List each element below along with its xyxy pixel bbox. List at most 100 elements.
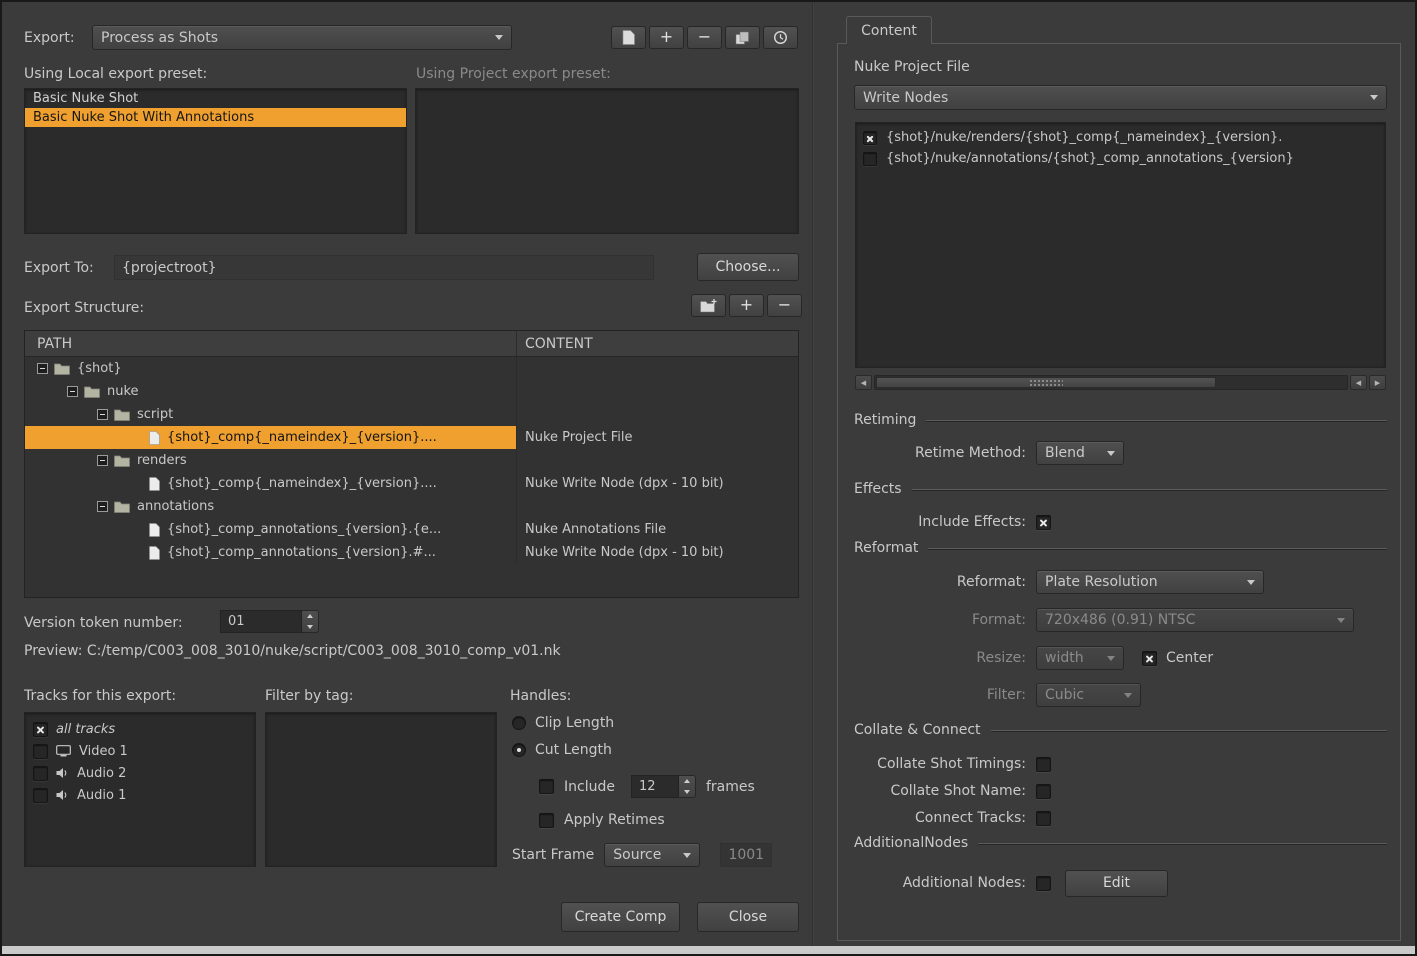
tree-row[interactable]: nuke bbox=[25, 380, 798, 403]
format-dropdown[interactable]: 720x486 (0.91) NTSC bbox=[1036, 608, 1354, 632]
collate-shot-name-checkbox[interactable] bbox=[1036, 784, 1051, 799]
retime-method-dropdown[interactable]: Blend bbox=[1036, 441, 1124, 465]
write-node-item[interactable]: {shot}/nuke/annotations/{shot}_comp_anno… bbox=[856, 148, 1385, 169]
scroll-left-icon[interactable] bbox=[855, 375, 872, 390]
track-label: all tracks bbox=[56, 722, 115, 737]
collapse-icon[interactable] bbox=[67, 386, 78, 397]
collapse-icon[interactable] bbox=[97, 409, 108, 420]
additional-nodes-checkbox[interactable] bbox=[1036, 876, 1051, 891]
column-header-path[interactable]: PATH bbox=[25, 331, 517, 356]
local-preset-label: Using Local export preset: bbox=[24, 66, 207, 82]
spin-up-icon[interactable] bbox=[679, 776, 695, 787]
column-header-content[interactable]: CONTENT bbox=[517, 336, 798, 352]
tree-row[interactable]: renders bbox=[25, 449, 798, 472]
audio-track-icon bbox=[56, 789, 69, 801]
scrollbar-thumb[interactable] bbox=[876, 377, 1216, 388]
start-frame-dropdown[interactable]: Source bbox=[604, 843, 700, 867]
tree-row[interactable]: {shot}_comp_annotations_{version}.{e... … bbox=[25, 518, 798, 541]
tree-row[interactable]: {shot}_comp{_nameindex}_{version}.... Nu… bbox=[25, 426, 798, 449]
remove-preset-button[interactable] bbox=[687, 26, 722, 49]
section-retiming: Retiming bbox=[854, 412, 1387, 428]
collate-shot-timings-checkbox[interactable] bbox=[1036, 757, 1051, 772]
track-checkbox[interactable] bbox=[33, 788, 48, 803]
write-nodes-hscrollbar bbox=[855, 375, 1386, 390]
tab-content[interactable]: Content bbox=[846, 16, 932, 44]
version-token-spinner[interactable]: 01 bbox=[220, 610, 319, 633]
track-checkbox[interactable] bbox=[33, 766, 48, 781]
preset-item-label: Basic Nuke Shot bbox=[33, 91, 138, 106]
include-frames-spinner[interactable]: 12 bbox=[631, 775, 696, 798]
resize-dropdown[interactable]: width bbox=[1036, 646, 1124, 670]
tree-content-label: Nuke Write Node (dpx - 10 bit) bbox=[517, 476, 798, 491]
list-item[interactable]: Basic Nuke Shot bbox=[25, 89, 406, 108]
collapse-icon[interactable] bbox=[97, 501, 108, 512]
clip-length-option[interactable]: Clip Length bbox=[512, 715, 614, 731]
include-effects-label: Include Effects: bbox=[854, 514, 1026, 530]
video-track-icon bbox=[56, 745, 71, 757]
apply-retimes-row[interactable]: Apply Retimes bbox=[539, 812, 665, 828]
revert-presets-button[interactable] bbox=[763, 26, 798, 49]
choose-button[interactable]: Choose... bbox=[697, 253, 799, 281]
add-preset-button[interactable] bbox=[649, 26, 684, 49]
write-node-item[interactable]: {shot}/nuke/renders/{shot}_comp{_nameind… bbox=[856, 127, 1385, 148]
version-token-value[interactable]: 01 bbox=[220, 610, 302, 633]
include-frames-row: Include 12 frames bbox=[539, 775, 755, 798]
remove-structure-item-button[interactable] bbox=[767, 294, 802, 317]
filter-dropdown[interactable]: Cubic bbox=[1036, 683, 1141, 707]
tree-content-label: Nuke Annotations File bbox=[517, 522, 798, 537]
write-nodes-dropdown[interactable]: Write Nodes bbox=[854, 85, 1387, 110]
export-structure-tree: PATH CONTENT {shot} nuke script bbox=[24, 330, 799, 598]
include-effects-row: Include Effects: bbox=[854, 509, 1051, 535]
spin-down-icon[interactable] bbox=[302, 622, 318, 633]
export-to-field[interactable]: {projectroot} bbox=[114, 255, 654, 280]
write-node-checkbox[interactable] bbox=[863, 152, 877, 166]
project-preset-list[interactable] bbox=[415, 88, 799, 234]
add-folder-button[interactable] bbox=[691, 294, 726, 317]
version-token-label: Version token number: bbox=[24, 615, 183, 631]
copy-preset-to-project-button[interactable] bbox=[725, 26, 760, 49]
create-comp-button[interactable]: Create Comp bbox=[561, 902, 680, 932]
spin-down-icon[interactable] bbox=[679, 787, 695, 798]
tree-row[interactable]: annotations bbox=[25, 495, 798, 518]
edit-button[interactable]: Edit bbox=[1065, 870, 1168, 897]
reformat-row: Reformat: Plate Resolution bbox=[854, 569, 1264, 595]
close-button[interactable]: Close bbox=[697, 902, 799, 932]
tree-row[interactable]: {shot} bbox=[25, 357, 798, 380]
clip-length-radio[interactable] bbox=[512, 716, 526, 730]
spin-up-icon[interactable] bbox=[302, 611, 318, 622]
track-checkbox[interactable] bbox=[33, 744, 48, 759]
include-frames-value[interactable]: 12 bbox=[631, 775, 679, 798]
track-item[interactable]: all tracks bbox=[25, 718, 255, 740]
track-item[interactable]: Audio 1 bbox=[25, 784, 255, 806]
new-preset-button[interactable] bbox=[611, 26, 646, 49]
reformat-dropdown[interactable]: Plate Resolution bbox=[1036, 570, 1264, 594]
track-checkbox[interactable] bbox=[33, 722, 48, 737]
list-item[interactable]: Basic Nuke Shot With Annotations bbox=[25, 108, 406, 127]
add-structure-item-button[interactable] bbox=[729, 294, 764, 317]
scrollbar-track[interactable] bbox=[874, 375, 1348, 390]
track-item[interactable]: Video 1 bbox=[25, 740, 255, 762]
write-node-checkbox[interactable] bbox=[863, 131, 877, 145]
scroll-left-icon[interactable] bbox=[1350, 375, 1367, 390]
start-frame-field[interactable]: 1001 bbox=[720, 843, 772, 867]
chevron-down-icon bbox=[1247, 580, 1255, 585]
include-effects-checkbox[interactable] bbox=[1036, 515, 1051, 530]
filter-by-tag-label: Filter by tag: bbox=[265, 688, 353, 704]
export-preset-dropdown[interactable]: Process as Shots bbox=[92, 25, 512, 50]
tree-row[interactable]: {shot}_comp{_nameindex}_{version}.... Nu… bbox=[25, 472, 798, 495]
connect-tracks-checkbox[interactable] bbox=[1036, 811, 1051, 826]
include-checkbox[interactable] bbox=[539, 779, 554, 794]
collapse-icon[interactable] bbox=[37, 363, 48, 374]
cut-length-radio[interactable] bbox=[512, 743, 526, 757]
filter-by-tag-box[interactable] bbox=[265, 712, 497, 867]
folder-icon bbox=[114, 501, 130, 513]
center-checkbox[interactable] bbox=[1142, 651, 1157, 666]
cut-length-option[interactable]: Cut Length bbox=[512, 742, 612, 758]
scroll-right-icon[interactable] bbox=[1369, 375, 1386, 390]
apply-retimes-checkbox[interactable] bbox=[539, 813, 554, 828]
tree-row[interactable]: {shot}_comp_annotations_{version}.#... N… bbox=[25, 541, 798, 564]
collapse-icon[interactable] bbox=[97, 455, 108, 466]
track-item[interactable]: Audio 2 bbox=[25, 762, 255, 784]
chevron-down-icon bbox=[1124, 693, 1132, 698]
tree-row[interactable]: script bbox=[25, 403, 798, 426]
